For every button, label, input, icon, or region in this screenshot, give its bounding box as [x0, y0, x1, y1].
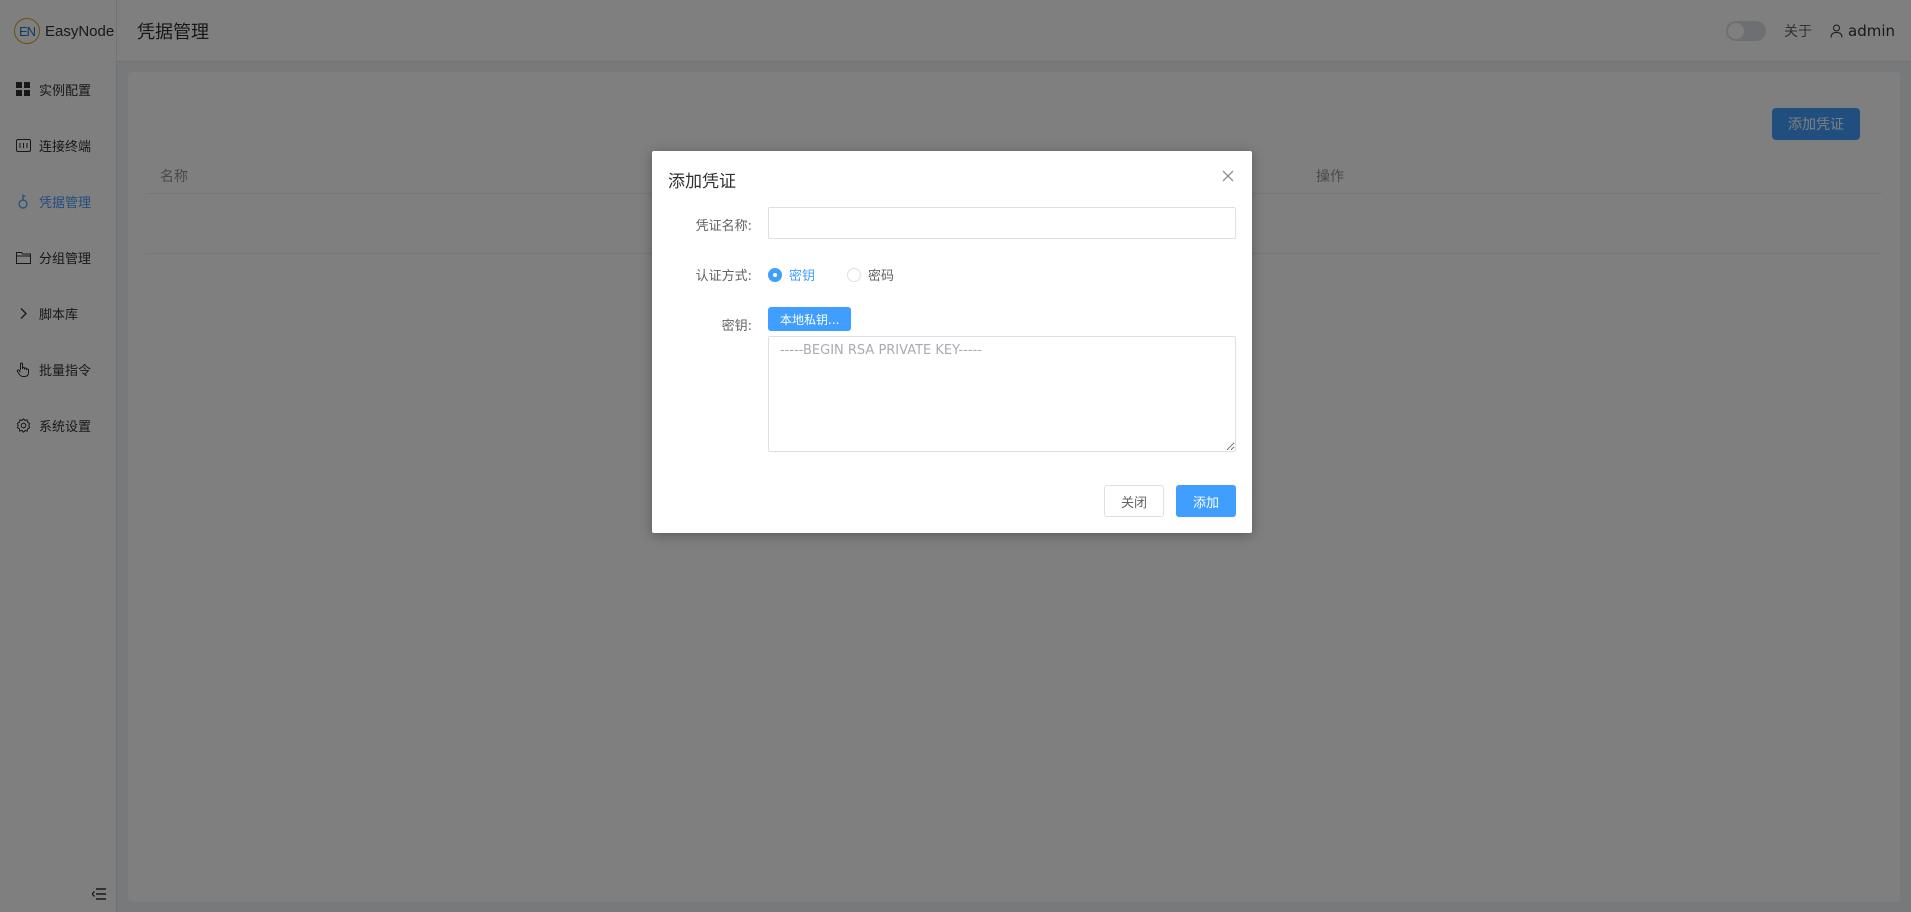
- radio-label: 密钥: [789, 269, 816, 284]
- close-icon[interactable]: [1222, 167, 1236, 182]
- local-private-key-button[interactable]: 本地私钥...: [768, 307, 852, 331]
- radio-dot: [847, 267, 862, 282]
- auth-method-radio-group: 密钥 密码: [768, 265, 926, 284]
- dialog-title: 添加凭证: [668, 172, 736, 192]
- add-credential-dialog: 添加凭证 凭证名称: 认证方式: 密钥 密码 密钥: 本地私钥... 关闭 添加: [652, 151, 1252, 533]
- cancel-button[interactable]: 关闭: [1104, 485, 1164, 517]
- private-key-textarea[interactable]: [768, 336, 1236, 452]
- credential-name-label: 凭证名称:: [695, 219, 752, 234]
- radio-dot: [768, 267, 782, 282]
- radio-auth-key[interactable]: 密钥: [768, 265, 815, 284]
- radio-auth-password[interactable]: 密码: [847, 265, 894, 284]
- submit-add-button[interactable]: 添加: [1176, 485, 1236, 517]
- auth-method-label: 认证方式:: [695, 269, 752, 284]
- credential-name-input[interactable]: [768, 207, 1236, 239]
- key-label: 密钥:: [721, 319, 752, 334]
- radio-label: 密码: [868, 269, 895, 284]
